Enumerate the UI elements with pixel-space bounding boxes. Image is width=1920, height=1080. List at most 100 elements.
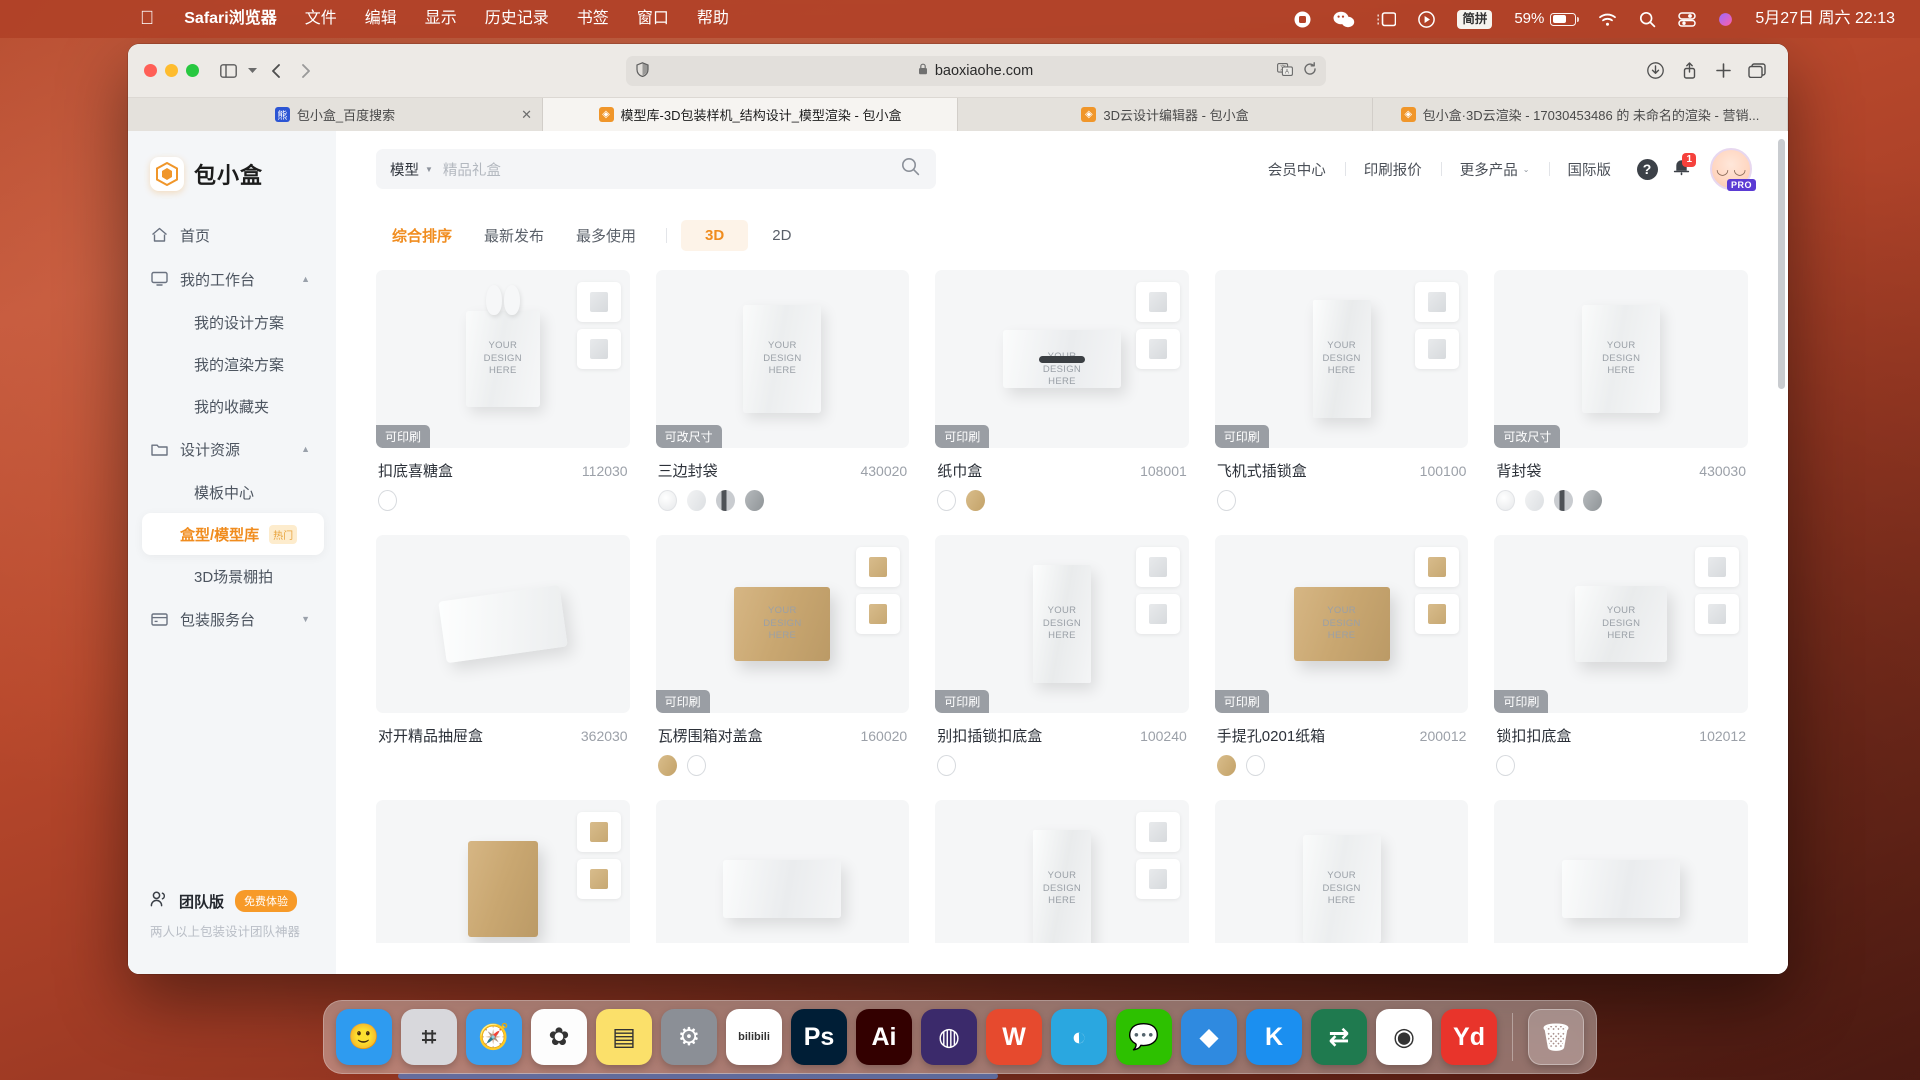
avatar[interactable]: ◡ ◡ PRO	[1710, 148, 1756, 191]
model-card[interactable]: YOUR DESIGN HERE	[935, 800, 1189, 943]
color-swatch[interactable]	[937, 490, 957, 511]
model-card[interactable]: YOUR DESIGN HERE 可改尺寸 背封袋 430030	[1494, 270, 1748, 511]
dock-icon-safari[interactable]: 🧭	[466, 1009, 522, 1065]
wifi-icon[interactable]	[1587, 12, 1628, 27]
search-icon[interactable]	[901, 157, 920, 181]
dock-icon-finder[interactable]: 🙂	[336, 1009, 392, 1065]
color-swatch[interactable]	[1216, 490, 1236, 511]
color-swatch[interactable]	[744, 490, 764, 511]
help-icon[interactable]: ?	[1630, 158, 1664, 180]
dock-icon-trash[interactable]: 🗑	[1528, 1009, 1584, 1065]
menu-item-history[interactable]: 历史记录	[471, 0, 563, 38]
close-window-button[interactable]	[144, 64, 157, 77]
model-thumbnail[interactable]	[376, 800, 630, 943]
address-bar[interactable]: baoxiaohe.com 文A	[625, 55, 1326, 86]
color-swatch[interactable]	[378, 490, 397, 511]
model-thumbnail[interactable]	[1494, 800, 1748, 943]
color-swatch[interactable]	[1554, 490, 1574, 511]
color-swatch[interactable]	[1216, 755, 1236, 776]
model-card[interactable]: YOURDESIGNHERE可印刷纸巾盒 108001	[935, 270, 1189, 511]
color-swatch[interactable]	[715, 490, 735, 511]
model-thumbnail[interactable]	[655, 800, 910, 943]
forward-arrow-icon[interactable]	[291, 58, 321, 84]
menu-item-bookmarks[interactable]: 书签	[563, 0, 623, 38]
color-swatch[interactable]	[686, 755, 706, 776]
download-icon[interactable]	[1640, 58, 1670, 84]
browser-tab-2[interactable]: ◈ 3D云设计编辑器 - 包小盒	[958, 98, 1373, 131]
reload-icon[interactable]	[1303, 62, 1317, 79]
model-card[interactable]: YOUR DESIGN HERE 可印刷 飞机式插锁盒 100100	[1214, 270, 1469, 511]
variant-thumbnail[interactable]	[1415, 594, 1460, 634]
model-card[interactable]: YOUR DESIGN HERE 可印刷 瓦楞围箱对盖盒 160020	[655, 535, 910, 776]
dock-icon-kugou[interactable]: K	[1246, 1009, 1302, 1065]
new-tab-icon[interactable]	[1708, 58, 1738, 84]
variant-thumbnail[interactable]	[1135, 282, 1180, 322]
model-thumbnail[interactable]: YOUR DESIGN HERE	[935, 800, 1189, 943]
dock-icon-baoxiaohe[interactable]: ◐	[1051, 1009, 1107, 1065]
nav-print-quote[interactable]: 印刷报价	[1344, 159, 1441, 180]
search-input[interactable]: 精品礼盒	[443, 159, 922, 180]
free-trial-badge[interactable]: 免费体验	[235, 890, 298, 912]
sidebar-item-my-designs[interactable]: 我的设计方案	[142, 301, 324, 343]
model-thumbnail[interactable]: YOUR DESIGN HERE 可改尺寸	[1494, 270, 1748, 448]
dock-icon-notes[interactable]: ▤	[596, 1009, 652, 1065]
variant-thumbnail[interactable]	[1695, 594, 1739, 634]
color-swatch[interactable]	[657, 755, 677, 776]
sidebar-item-box-model-library[interactable]: 盒型/模型库 热门	[142, 513, 324, 555]
variant-thumbnail[interactable]	[576, 329, 621, 369]
sidebar-item-home[interactable]: 首页	[128, 213, 336, 257]
browser-tab-1[interactable]: ◈ 模型库-3D包装样机_结构设计_模型渲染 - 包小盒	[543, 98, 958, 131]
browser-tab-3[interactable]: ◈ 包小盒·3D云渲染 - 17030453486 的 未命名的渲染 - 营销.…	[1373, 98, 1788, 131]
filter-most-used[interactable]: 最多使用	[560, 219, 652, 252]
chevron-up-icon[interactable]: ▲	[301, 444, 310, 454]
search-category-selector[interactable]: 模型 ▼	[390, 159, 433, 180]
variant-thumbnail[interactable]	[576, 859, 621, 899]
variant-thumbnail[interactable]	[576, 812, 621, 852]
variant-thumbnail[interactable]	[1695, 547, 1739, 587]
dock-icon-settings[interactable]: ⚙	[661, 1009, 717, 1065]
dock-icon-dingtalk[interactable]: ◆	[1181, 1009, 1237, 1065]
model-thumbnail[interactable]	[376, 535, 630, 713]
dock-icon-sogou[interactable]: ⇄	[1311, 1009, 1367, 1065]
model-thumbnail[interactable]: YOURDESIGNHERE可印刷	[655, 535, 910, 713]
menu-bar-clock[interactable]: 5月27日 周六 22:13	[1744, 0, 1906, 38]
variant-thumbnail[interactable]	[1135, 547, 1180, 587]
filter-comprehensive-sort[interactable]: 综合排序	[376, 219, 468, 252]
model-thumbnail[interactable]: YOURDESIGNHERE可印刷	[1214, 535, 1469, 713]
sidebar-toggle-icon[interactable]	[213, 58, 243, 84]
page-scrollbar[interactable]	[1778, 139, 1785, 389]
menu-item-safari[interactable]: Safari浏览器	[170, 0, 290, 38]
dock-icon-wps[interactable]: W	[986, 1009, 1042, 1065]
control-center-icon[interactable]	[1667, 11, 1707, 27]
variant-thumbnail[interactable]	[1135, 812, 1180, 852]
color-swatch[interactable]	[1496, 755, 1516, 776]
color-swatch[interactable]	[1525, 490, 1545, 511]
model-card[interactable]: YOUR DESIGN HERE	[1214, 800, 1469, 943]
filter-2d[interactable]: 2D	[748, 220, 815, 251]
spotlight-search-icon[interactable]	[1628, 11, 1667, 28]
dock-icon-youdao[interactable]: Yd	[1441, 1009, 1497, 1065]
sidebar-item-packaging-service[interactable]: 包装服务台 ▼	[128, 597, 336, 641]
color-swatch[interactable]	[1583, 490, 1603, 511]
minimize-window-button[interactable]	[165, 64, 178, 77]
tab-overview-icon[interactable]	[1742, 58, 1772, 84]
chevron-down-icon[interactable]: ▼	[301, 614, 310, 624]
dock-icon-illustrator[interactable]: Ai	[856, 1009, 912, 1065]
screen-mirroring-icon[interactable]	[1366, 11, 1407, 27]
model-thumbnail[interactable]: YOURDESIGNHERE可印刷	[935, 270, 1189, 448]
model-card[interactable]: YOUR DESIGN HERE 可改尺寸 三边封袋 430020	[655, 270, 910, 511]
model-thumbnail[interactable]: YOURDESIGNHERE可印刷	[1214, 270, 1469, 448]
model-card[interactable]: YOUR DESIGN HERE 可印刷 锁扣扣底盒 102012	[1494, 535, 1748, 776]
menu-item-file[interactable]: 文件	[291, 0, 351, 38]
chevron-down-icon[interactable]	[243, 58, 261, 84]
window-controls[interactable]	[144, 64, 199, 77]
translate-icon[interactable]: 文A	[1276, 62, 1293, 79]
search-bar[interactable]: 模型 ▼ 精品礼盒	[376, 149, 936, 189]
model-card[interactable]	[1494, 800, 1748, 943]
wechat-icon[interactable]	[1322, 11, 1366, 28]
model-card[interactable]	[655, 800, 910, 943]
back-arrow-icon[interactable]	[261, 58, 291, 84]
model-card[interactable]: YOUR DESIGN HERE 可印刷 别扣插锁扣底盒 100240	[935, 535, 1189, 776]
siri-icon[interactable]	[1707, 12, 1744, 27]
color-swatch[interactable]	[966, 490, 986, 511]
